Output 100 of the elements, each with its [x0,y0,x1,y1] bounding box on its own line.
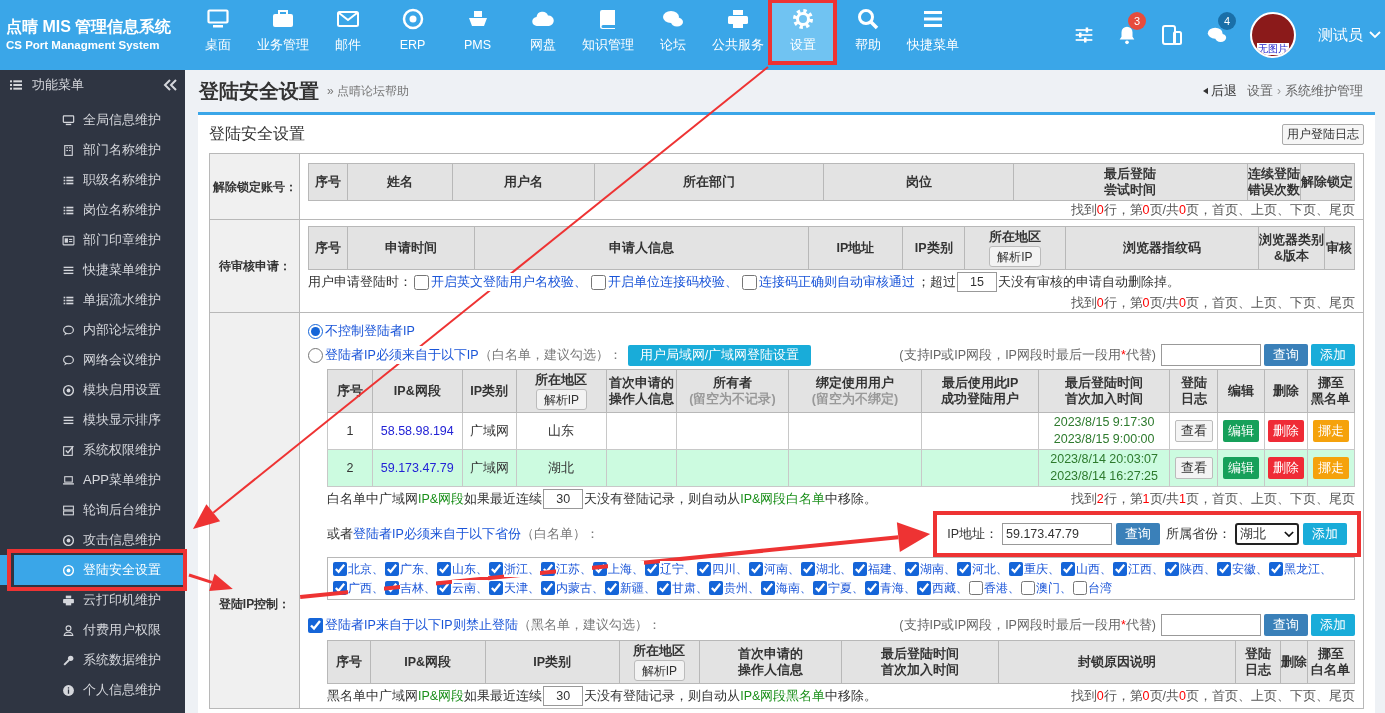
header-label: 日志 [1245,662,1272,678]
header-label: 所在地区 [988,229,1041,245]
search-button[interactable]: 查询 [1264,344,1308,366]
header-label: 首次申请的 [738,646,804,662]
header-label: 连续登陆 [1247,166,1300,182]
breadcrumb-item[interactable]: 系统维护管理 [1285,81,1363,101]
parse-ip-button[interactable]: 解析IP [535,389,588,410]
sidebar-item[interactable]: 模块启用设置 [14,375,185,405]
header-label: 浏览器类别 [1259,232,1324,248]
sidebar-item[interactable]: 云打印机维护 [14,585,185,615]
option-note: （白名单）： [520,525,599,543]
app-title: 点晴 MIS 管理信息系统 [6,17,173,37]
column-header: 申请人信息 [474,226,809,270]
column-header: 所在部门 [594,163,824,201]
field-label: 所属省份： [1166,525,1231,543]
sidebar-item[interactable]: 内部论坛维护 [14,315,185,345]
column-header: 用户名 [452,163,595,201]
header-label: 所在地区 [535,372,588,388]
header-label: 绑定使用用户 [815,375,894,391]
days-field[interactable]: 30 [543,686,584,706]
option-text: 天没有审核的申请自动删除掉。 [998,273,1180,291]
sidebar-item[interactable]: 轮询后台维护 [14,495,185,525]
header-label: 挪至 [1317,375,1344,391]
hint-text: (支持IP或IP网段，IP网段时最后一段用*代替) [899,616,1156,634]
province-label[interactable]: 吉林、 [400,580,436,596]
column-header: IP&网段 [372,369,463,413]
header-label: 最后登陆时间 [1065,375,1144,391]
header-label: 所有者 [712,375,752,391]
sidebar-item[interactable]: 模块显示排序 [14,405,185,435]
header-label: &版本 [1273,248,1309,264]
province-label[interactable]: 浙江、 [504,561,540,577]
province-label[interactable]: 上海、 [608,561,644,577]
sidebar-item[interactable]: 个人信息维护 [14,675,185,705]
table-cell: 广域网 [462,412,517,450]
option-prefix: 用户申请登陆时： [308,273,412,291]
search-button[interactable]: 查询 [1264,614,1308,636]
header-note: (留空为不绑定) [811,391,899,407]
pager-text: 找到0行，第0页/共0页，首页、上页、下页、尾页 [1070,202,1355,219]
help-link[interactable]: » 点晴论坛帮助 [327,82,409,100]
option-label[interactable]: 登陆者IP来自于以下IP则禁止登陆 [325,615,518,635]
delete-button[interactable]: 删除 [1268,420,1304,442]
sidebar-title: 功能菜单 [32,76,84,95]
option-label[interactable]: 登陆者IP必须来自于以下IP [325,345,479,365]
table-cell: 58.58.98.194 [372,412,463,450]
sidebar-item[interactable]: 快捷菜单维护 [14,255,185,285]
sidebar-item[interactable]: 付费用户权限 [14,615,185,645]
province-select[interactable]: 湖北 [1235,523,1299,545]
note-text: 白名单中广域网IP&网段如果最近连续 [327,490,543,508]
sidebar-item[interactable]: 攻击信息维护 [14,525,185,555]
province-label[interactable]: 江苏、 [556,561,592,577]
column-header: IP类别 [902,226,965,270]
header-label: 最后登陆 [1104,166,1157,182]
option-note: （白名单，建议勾选）： [478,346,622,364]
column-header: 申请时间 [347,226,475,270]
sidebar-item[interactable]: 全局信息维护 [14,105,185,135]
avatar-caption: 无图片 [1257,43,1289,55]
province-label[interactable]: 广西、 [348,580,384,596]
message-badge: 4 [1218,12,1236,30]
view-button[interactable]: 查看 [1174,420,1213,442]
back-link[interactable]: 后退 [1203,81,1237,101]
province-label[interactable]: 云南、 [452,580,488,596]
province-label[interactable]: 山东、 [452,561,488,577]
note-text: 黑名单中广域网IP&网段如果最近连续 [327,687,543,705]
header-label: 首次加入时间 [1065,391,1144,407]
pager-text: 找到0行，第0页/共0页，首页、上页、下页、尾页 [1070,688,1355,705]
sidebar-item[interactable]: 系统数据维护 [14,645,185,675]
sidebar-item[interactable]: 职级名称维护 [14,165,185,195]
ip-address-field[interactable]: 59.173.47.79 [1002,523,1112,545]
days-field[interactable]: 30 [543,489,584,509]
sidebar-item[interactable]: 部门印章维护 [14,225,185,255]
view-button[interactable]: 查看 [1174,457,1213,479]
parse-ip-button[interactable]: 解析IP [989,246,1041,267]
avatar[interactable]: 无图片 [1250,12,1296,58]
search-button[interactable]: 查询 [1116,523,1160,545]
days-field[interactable]: 15 [957,272,997,292]
login-log-button[interactable]: 用户登陆日志 [1282,123,1364,145]
table-cell: 广域网 [462,449,517,487]
breadcrumb-item[interactable]: 设置 [1247,81,1273,101]
sidebar-item[interactable]: 系统权限维护 [14,435,185,465]
header-label: 操作人信息 [738,662,804,678]
province-rule-link[interactable]: 登陆者IP必须来自于以下省份 [353,524,521,544]
column-header: 删除 [1264,369,1308,413]
sidebar-item[interactable]: 网络会议维护 [14,345,185,375]
column-header: 序号 [308,163,348,201]
page-title: 登陆安全设置 [199,79,319,104]
sidebar-item[interactable]: 单据流水维护 [14,285,185,315]
sidebar-item[interactable]: 岗位名称维护 [14,195,185,225]
column-header: IP&网段 [370,640,486,684]
header-label: 登陆 [1180,375,1207,391]
delete-button[interactable]: 删除 [1268,457,1304,479]
column-header: 姓名 [347,163,453,201]
sidebar-item[interactable]: APP菜单维护 [14,465,185,495]
header-label: 最后使用此IP [941,375,1019,391]
sidebar-item[interactable]: 部门名称维护 [14,135,185,165]
province-label[interactable]: 台湾 [1088,580,1112,596]
header-label: 白名单 [1311,662,1351,678]
header-label: 挪至 [1318,646,1344,662]
parse-ip-button[interactable]: 解析IP [633,660,686,681]
header-label: 登陆 [1245,646,1272,662]
field-label: IP地址： [947,525,998,543]
